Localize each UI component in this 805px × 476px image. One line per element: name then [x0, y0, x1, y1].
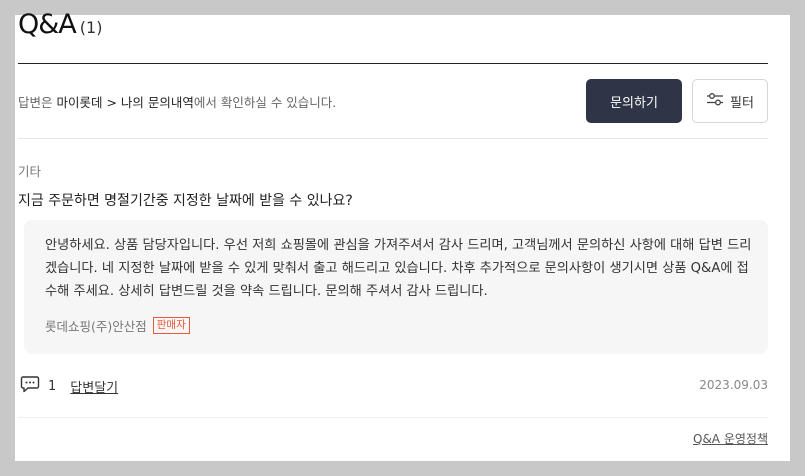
page-title: Q&A — [18, 9, 77, 40]
notice-prefix: 답변은 — [18, 95, 57, 110]
seller-info: 롯데쇼핑(주)안산점 판매자 — [45, 316, 190, 335]
ask-question-button[interactable]: 문의하기 — [586, 79, 682, 123]
qa-category: 기타 — [18, 164, 42, 179]
qa-header: Q&A (1) — [18, 9, 102, 40]
comment-count: 1 — [48, 378, 57, 394]
notice-suffix: 에서 확인하실 수 있습니다. — [193, 95, 337, 110]
qa-panel: Q&A (1) 답변은 마이롯데 > 나의 문의내역에서 확인하실 수 있습니다.… — [15, 9, 790, 461]
answer-notice: 답변은 마이롯데 > 나의 문의내역에서 확인하실 수 있습니다. — [18, 92, 336, 111]
footer-divider — [18, 417, 768, 418]
qa-count: (1) — [79, 18, 103, 37]
notice-path: 마이롯데 > 나의 문의내역 — [56, 95, 194, 110]
seller-name: 롯데쇼핑(주)안산점 — [45, 319, 147, 334]
qa-policy-link[interactable]: Q&A 운영정책 — [693, 430, 768, 447]
filter-button[interactable]: 필터 — [692, 79, 768, 123]
answer-text: 안녕하세요. 상품 담당자입니다. 우선 저희 쇼핑몰에 관심을 가져주셔서 감… — [45, 238, 752, 299]
qa-date: 2023.09.03 — [699, 378, 768, 392]
comment-row: 1 답변달기 — [20, 375, 118, 397]
reply-link[interactable]: 답변달기 — [70, 377, 118, 396]
answer-box: 안녕하세요. 상품 담당자입니다. 우선 저희 쇼핑몰에 관심을 가져주셔서 감… — [24, 220, 768, 354]
seller-badge: 판매자 — [152, 317, 190, 334]
qa-question: 지금 주문하면 명절기간중 지정한 날짜에 받을 수 있나요? — [18, 193, 353, 209]
filter-label: 필터 — [730, 95, 754, 111]
sliders-icon — [706, 92, 724, 110]
toolbar-divider — [18, 138, 768, 139]
comment-icon[interactable] — [20, 375, 40, 397]
header-divider — [18, 63, 768, 64]
